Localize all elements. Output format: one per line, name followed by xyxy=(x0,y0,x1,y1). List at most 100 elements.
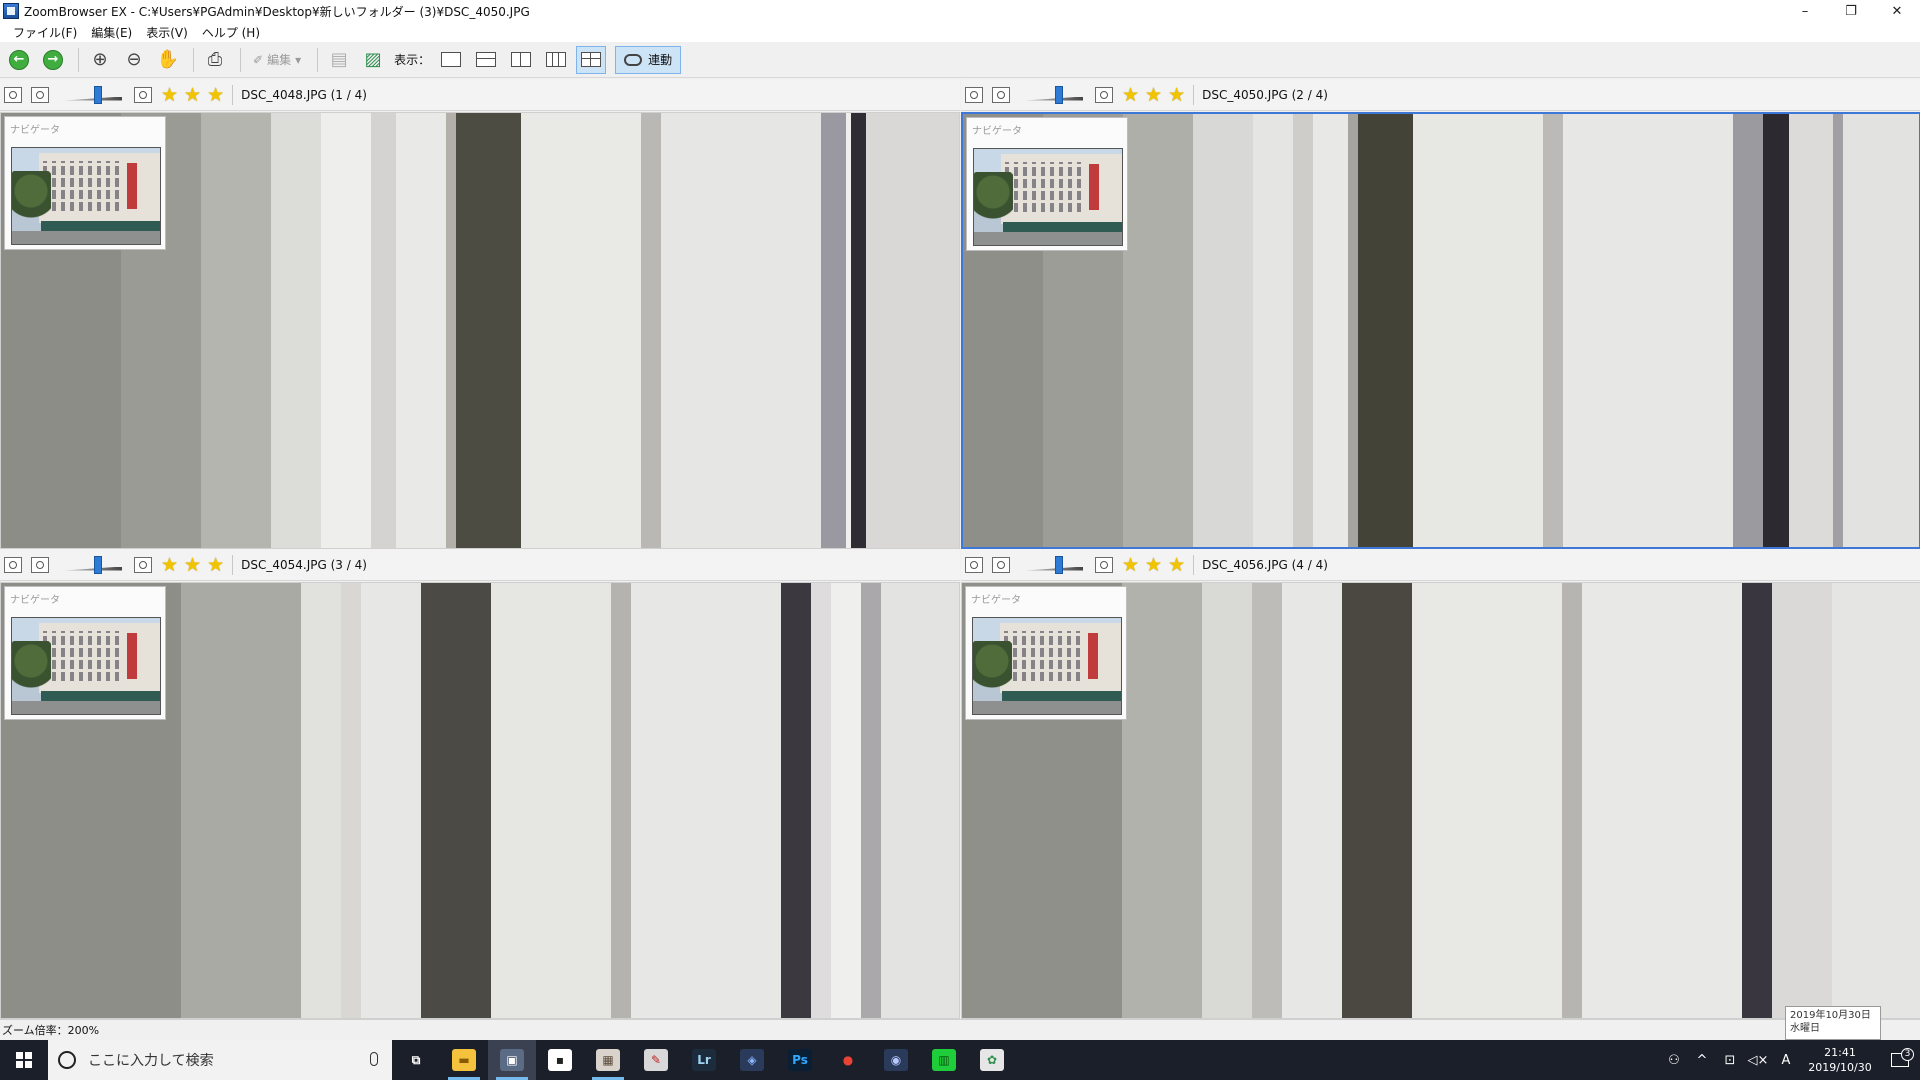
star-icon[interactable]: ★ xyxy=(1145,554,1162,576)
fit-screen-icon[interactable] xyxy=(4,556,22,573)
fit-screen-icon[interactable] xyxy=(965,86,983,103)
chevron-up-icon[interactable]: ^ xyxy=(1690,1053,1714,1068)
navigator-thumbnail[interactable] xyxy=(11,617,161,715)
layout-single-button[interactable] xyxy=(436,46,466,74)
slider-knob[interactable] xyxy=(1055,555,1063,574)
ime-indicator[interactable]: A xyxy=(1774,1053,1798,1068)
star-icon[interactable]: ★ xyxy=(1168,554,1185,576)
navigator-window[interactable]: ナビゲータ xyxy=(965,586,1127,720)
actual-size-icon[interactable] xyxy=(31,86,49,103)
zoom-out-button[interactable]: ⊖ xyxy=(119,46,149,74)
star-icon[interactable]: ★ xyxy=(1168,84,1185,106)
hand-tool-button[interactable]: ✋ xyxy=(153,46,183,74)
image-panel-1[interactable]: ★ ★ ★ DSC_4048.JPG (1 / 4) ナビゲータ xyxy=(0,79,960,549)
zoomed-image[interactable]: ナビゲータ xyxy=(961,112,1920,549)
navigator-toggle-icon[interactable] xyxy=(1095,86,1113,103)
star-icon[interactable]: ★ xyxy=(1122,84,1139,106)
layout-vertical-button[interactable] xyxy=(506,46,536,74)
navigator-window[interactable]: ナビゲータ xyxy=(966,117,1128,251)
taskbar-clock[interactable]: 21:41 2019/10/30 xyxy=(1800,1045,1880,1075)
star-icon[interactable]: ★ xyxy=(1122,554,1139,576)
navigator-window[interactable]: ナビゲータ xyxy=(4,586,166,720)
microphone-icon[interactable] xyxy=(370,1052,378,1066)
navigator-thumbnail[interactable] xyxy=(11,147,161,245)
slider-knob[interactable] xyxy=(1055,85,1063,104)
image-stripe xyxy=(341,583,361,1018)
slider-knob[interactable] xyxy=(94,555,102,574)
actual-size-icon[interactable] xyxy=(992,556,1010,573)
action-center-button[interactable]: 3 xyxy=(1880,1048,1920,1067)
image-button[interactable]: ▨ xyxy=(358,46,388,74)
window-controls: – ❐ ✕ xyxy=(1782,0,1920,22)
print-button[interactable]: ⎙ xyxy=(200,46,230,74)
taskbar-app-camera-tool[interactable]: ◈ xyxy=(728,1040,776,1080)
taskbar-app-file-explorer[interactable]: ▬ xyxy=(440,1040,488,1080)
slider-knob[interactable] xyxy=(94,85,102,104)
network-icon[interactable]: ⊡ xyxy=(1718,1053,1742,1068)
compare-button[interactable]: ▤ xyxy=(324,46,354,74)
actual-size-icon[interactable] xyxy=(992,86,1010,103)
image-panel-4[interactable]: ★ ★ ★ DSC_4056.JPG (4 / 4) ナビゲータ xyxy=(961,549,1920,1019)
image-panel-3[interactable]: ★ ★ ★ DSC_4054.JPG (3 / 4) ナビゲータ xyxy=(0,549,960,1019)
zoom-slider[interactable] xyxy=(64,555,122,574)
edit-dropdown[interactable]: ✐ 編集 ▾ xyxy=(247,46,307,74)
people-icon[interactable]: ⚇ xyxy=(1662,1053,1686,1068)
navigator-toggle-icon[interactable] xyxy=(134,86,152,103)
star-icon[interactable]: ★ xyxy=(184,554,201,576)
menu-edit[interactable]: 編集(E) xyxy=(84,24,139,41)
layout-horizontal-button[interactable] xyxy=(471,46,501,74)
navigator-view-frame[interactable] xyxy=(11,617,161,715)
taskbar-app-lightroom[interactable]: Lr xyxy=(680,1040,728,1080)
taskbar-app-chrome[interactable]: ● xyxy=(824,1040,872,1080)
restore-button[interactable]: ❐ xyxy=(1828,0,1874,22)
back-button[interactable]: ← xyxy=(4,46,34,74)
taskbar-app-image-viewer[interactable]: ▦ xyxy=(584,1040,632,1080)
layout-three-button[interactable] xyxy=(541,46,571,74)
menu-view[interactable]: 表示(V) xyxy=(139,24,195,41)
navigator-toggle-icon[interactable] xyxy=(1095,556,1113,573)
start-button[interactable] xyxy=(0,1040,48,1080)
star-icon[interactable]: ★ xyxy=(207,84,224,106)
menu-file[interactable]: ファイル(F) xyxy=(6,24,84,41)
sync-button[interactable]: 連動 xyxy=(615,45,682,74)
forward-button[interactable]: → xyxy=(38,46,68,74)
taskbar-app-palette-app[interactable]: ✿ xyxy=(968,1040,1016,1080)
taskbar-app-pdf-reader[interactable]: ✎ xyxy=(632,1040,680,1080)
taskbar-app-capture-tool[interactable]: ◉ xyxy=(872,1040,920,1080)
zoom-slider[interactable] xyxy=(1025,555,1083,574)
navigator-toggle-icon[interactable] xyxy=(134,556,152,573)
menu-help[interactable]: ヘルプ (H) xyxy=(195,24,267,41)
star-icon[interactable]: ★ xyxy=(161,554,178,576)
star-icon[interactable]: ★ xyxy=(161,84,178,106)
taskbar-app-green-app[interactable]: ▥ xyxy=(920,1040,968,1080)
close-button[interactable]: ✕ xyxy=(1874,0,1920,22)
taskbar-app-zoombrowser[interactable]: ▣ xyxy=(488,1040,536,1080)
volume-muted-icon[interactable]: ◁× xyxy=(1746,1053,1770,1068)
zoomed-image[interactable]: ナビゲータ xyxy=(0,582,960,1019)
star-icon[interactable]: ★ xyxy=(1145,84,1162,106)
zoom-slider[interactable] xyxy=(64,85,122,104)
zoom-in-button[interactable]: ⊕ xyxy=(85,46,115,74)
zoomed-image[interactable]: ナビゲータ xyxy=(0,112,960,549)
fit-screen-icon[interactable] xyxy=(4,86,22,103)
layout-grid-button[interactable] xyxy=(576,45,607,74)
taskbar-search[interactable]: ここに入力して検索 xyxy=(48,1040,392,1080)
navigator-view-frame[interactable] xyxy=(973,148,1123,246)
zoomed-image[interactable]: ナビゲータ xyxy=(961,582,1920,1019)
actual-size-icon[interactable] xyxy=(31,556,49,573)
navigator-view-frame[interactable] xyxy=(972,617,1122,715)
star-icon[interactable]: ★ xyxy=(207,554,224,576)
taskbar-app-store[interactable]: ▪ xyxy=(536,1040,584,1080)
taskbar-app-task-view[interactable]: ⧉ xyxy=(392,1040,440,1080)
navigator-thumbnail[interactable] xyxy=(973,148,1123,246)
navigator-view-frame[interactable] xyxy=(11,147,161,245)
fit-screen-icon[interactable] xyxy=(965,556,983,573)
image-stripe xyxy=(1742,583,1772,1018)
navigator-window[interactable]: ナビゲータ xyxy=(4,116,166,250)
image-panel-2[interactable]: ★ ★ ★ DSC_4050.JPG (2 / 4) ナビゲータ xyxy=(961,79,1920,549)
minimize-button[interactable]: – xyxy=(1782,0,1828,22)
zoom-slider[interactable] xyxy=(1025,85,1083,104)
taskbar-app-photoshop[interactable]: Ps xyxy=(776,1040,824,1080)
star-icon[interactable]: ★ xyxy=(184,84,201,106)
navigator-thumbnail[interactable] xyxy=(972,617,1122,715)
